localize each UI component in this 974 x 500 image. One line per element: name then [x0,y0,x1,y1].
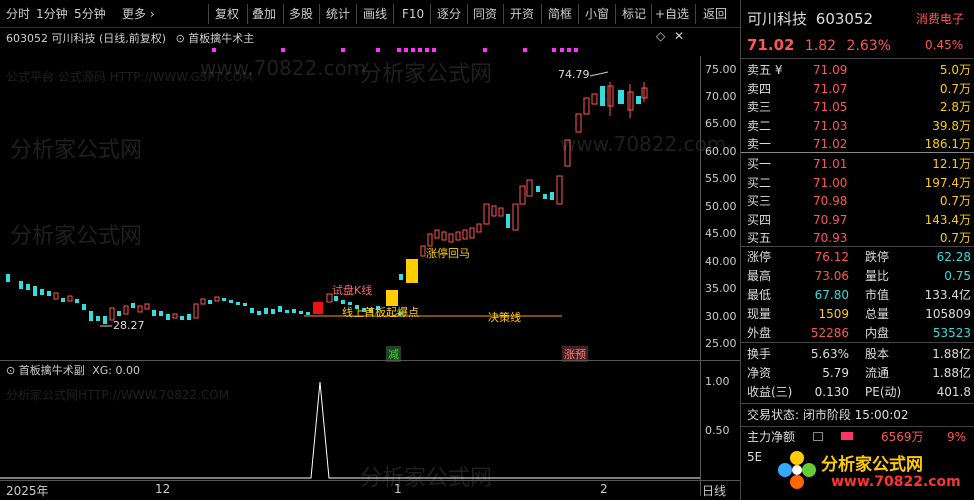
date-tick: 12 [155,482,171,496]
price-tick: 50.00 [705,200,737,213]
date-axis: 2025年 12 1 2 日线 [0,480,740,500]
btn-window[interactable]: 小窗 [585,4,609,24]
period-label[interactable]: 日线 [702,482,726,499]
price-tick: 70.00 [705,90,737,103]
btn-open[interactable]: 开资 [510,4,534,24]
btn-multi[interactable]: 多股 [289,4,313,24]
btn-mark[interactable]: 标记 [622,4,646,24]
chart-toolbar: 分时 1分钟 5分钟 更多 › 复权 叠加 多股 统计 画线 F10 逐分 同资… [0,0,740,28]
price-tick: 65.00 [705,117,737,130]
stat-value: 5.79 [822,366,849,380]
stat-value: 0.130 [814,385,849,399]
main-flow-bar [841,432,853,440]
stat-label: 股本 [865,347,890,361]
stat-label: 流通 [865,366,890,380]
stat-value: 5.63% [810,347,849,361]
close-icon[interactable]: ✕ [674,29,684,43]
main-flow-label: 主力净额 [747,430,796,444]
tab-more[interactable]: 更多 › [122,4,155,24]
stat-label: 净资 [747,366,772,380]
trial-k-candle [313,302,323,314]
price-tick: 25.00 [705,337,737,350]
limit-up-candle [406,259,418,283]
main-flow-value: 6569万 [881,430,924,444]
decision-line-label: 决策线 [488,311,521,324]
price-tick: 55.00 [705,172,737,185]
stat-value: 401.8 [936,385,971,399]
main-flow-pct: 9% [947,430,967,444]
price-tick: 75.00 [705,63,737,76]
low-price-label: 28.27 [113,319,145,332]
tab-1min[interactable]: 1分钟 [36,4,68,24]
trial-k-label: 试盘K线 [332,284,373,297]
trade-status: 交易状态: 闭市阶段 15:00:02 [747,408,909,422]
high-price-label: 74.79 [558,68,590,81]
flower-icon [778,451,816,489]
stat-label: 换手 [747,347,772,361]
btn-same[interactable]: 同资 [473,4,497,24]
panel-divider [0,360,740,361]
price-tick: 30.00 [705,310,737,323]
main-flow-toggle[interactable] [813,432,823,441]
date-tick: 2025年 [6,484,49,498]
btn-simple[interactable]: 简框 [548,4,572,24]
sub-tick: 1.00 [705,375,730,388]
candles-early [6,274,310,324]
date-tick: 1 [394,482,402,496]
tab-intraday[interactable]: 分时 [6,4,30,24]
signal-dots [212,48,578,52]
btn-stats[interactable]: 统计 [326,4,350,24]
stat-value: 1.88亿 [932,366,971,380]
site-logo: 分析家公式网 www.70822.com [761,446,974,500]
btn-tick[interactable]: 逐分 [437,4,461,24]
high-arrow [589,71,609,77]
stat-label: PE(动) [865,385,902,399]
stats-block-2: 换手 5.63% 股本 1.88亿 净资 5.79 流通 1.88亿 收益(三) 0.130 PE(… [741,0,974,500]
price-tick: 35.00 [705,282,737,295]
logo-url: www.70822.com [831,474,961,490]
price-tick: 60.00 [705,145,737,158]
breakout-label: 线上首板起爆点 [342,306,419,319]
btn-draw[interactable]: 画线 [363,4,387,24]
btn-overlay[interactable]: 叠加 [252,4,276,24]
signal-dots-row [0,42,700,52]
btn-restore[interactable]: 复权 [215,4,239,24]
btn-f10[interactable]: F10 [402,4,424,24]
quote-panel: 可川科技 603052 消费电子 71.02 1.82 2.63% 0.45% … [740,0,974,500]
sub-indicator-chart[interactable] [0,376,700,480]
btn-back[interactable]: 返回 [703,4,727,24]
sub-tick: 0.50 [705,424,730,437]
logo-text: 分析家公式网 [821,455,923,475]
pullback-label: 涨停回马 [426,247,470,260]
diamond-icon[interactable]: ◇ [656,29,665,43]
axis-divider [700,56,701,496]
stat-value: 1.88亿 [932,347,971,361]
tab-5min[interactable]: 5分钟 [74,4,106,24]
bottom-left-label: 5E [747,450,763,464]
btn-add-fav[interactable]: +自选 [655,4,689,24]
date-tick: 2 [600,482,608,496]
stat-label: 收益(三) [747,385,793,399]
price-tick: 45.00 [705,227,737,240]
price-tick: 40.00 [705,255,737,268]
